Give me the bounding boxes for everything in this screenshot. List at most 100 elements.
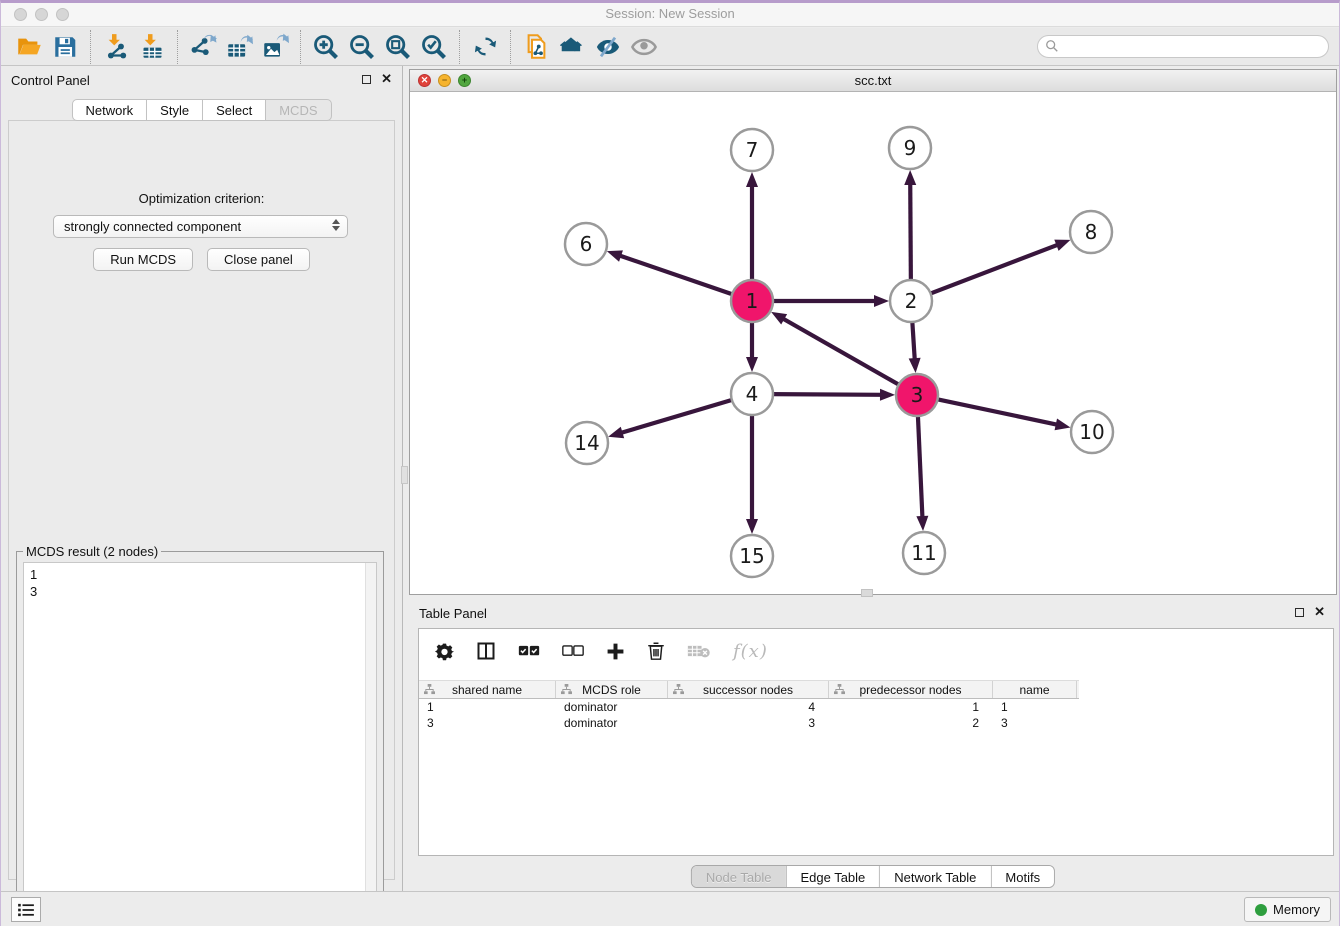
graph-arrowhead-1-7 xyxy=(746,172,758,187)
import-network-button[interactable] xyxy=(98,31,134,63)
plus-icon xyxy=(606,642,625,661)
float-panel-icon[interactable] xyxy=(362,75,371,84)
export-image-button[interactable] xyxy=(257,31,293,63)
graph-arrowhead-4-15 xyxy=(746,519,758,534)
graph-edge-1-6[interactable] xyxy=(619,255,734,294)
zoom-in-button[interactable] xyxy=(308,31,344,63)
table-cell: 1 xyxy=(829,699,993,715)
apply-layout-button[interactable] xyxy=(467,31,503,63)
delete-column-button[interactable] xyxy=(647,641,665,661)
export-network-icon xyxy=(190,33,217,60)
tab-motifs[interactable]: Motifs xyxy=(990,866,1054,887)
network-window-titlebar[interactable]: ✕ − + scc.txt xyxy=(410,70,1336,92)
split-column-icon xyxy=(476,641,496,661)
refresh-icon xyxy=(472,33,499,60)
attribute-tree-icon xyxy=(561,684,572,695)
column-header-mcds-role[interactable]: MCDS role xyxy=(556,681,668,698)
dropdown-chevrons-icon xyxy=(332,219,340,231)
eye-slash-icon xyxy=(594,33,622,61)
trash-icon xyxy=(647,641,665,661)
show-graphics-details-button[interactable] xyxy=(626,31,662,63)
vertical-splitter-handle[interactable] xyxy=(401,466,408,484)
mcds-result-textarea[interactable]: 1 3 xyxy=(23,562,377,926)
tab-network[interactable]: Network xyxy=(71,99,147,121)
graph-edge-4-3[interactable] xyxy=(771,394,882,395)
import-table-button[interactable] xyxy=(134,31,170,63)
export-table-button[interactable] xyxy=(221,31,257,63)
gear-icon xyxy=(435,642,454,661)
graph-edge-3-1[interactable] xyxy=(782,318,900,385)
horizontal-splitter-handle[interactable] xyxy=(861,589,873,597)
attribute-tree-icon xyxy=(424,684,435,695)
toolbar-separator xyxy=(90,30,91,64)
export-table-icon xyxy=(226,33,253,60)
column-header-shared-name[interactable]: shared name xyxy=(419,681,556,698)
delete-table-button[interactable] xyxy=(687,643,711,659)
zoom-fit-button[interactable] xyxy=(380,31,416,63)
graph-edge-2-8[interactable] xyxy=(929,245,1059,295)
close-panel-icon[interactable]: ✕ xyxy=(381,74,392,84)
table-row[interactable]: 1dominator411 xyxy=(419,699,1079,715)
tab-node-table[interactable]: Node Table xyxy=(692,866,786,887)
task-list-icon xyxy=(17,903,35,917)
toggle-panel-button[interactable] xyxy=(476,641,496,661)
save-session-button[interactable] xyxy=(47,31,83,63)
graph-arrowhead-1-2 xyxy=(874,295,889,307)
table-float-panel-icon[interactable] xyxy=(1295,608,1304,617)
add-column-button[interactable] xyxy=(606,642,625,661)
unchecked-boxes-icon xyxy=(562,644,584,658)
table-panel-title: Table Panel xyxy=(419,606,487,621)
graph-node-label-15: 15 xyxy=(739,544,764,568)
graph-edge-4-14[interactable] xyxy=(621,399,734,433)
export-network-button[interactable] xyxy=(185,31,221,63)
column-header-predecessor-nodes[interactable]: predecessor nodes xyxy=(829,681,993,698)
home-button[interactable] xyxy=(554,31,590,63)
memory-button[interactable]: Memory xyxy=(1244,897,1331,922)
mcds-result-scrollbar[interactable] xyxy=(365,563,376,926)
network-canvas[interactable]: 7968124314101511 xyxy=(410,92,1336,594)
table-settings-button[interactable] xyxy=(435,642,454,661)
column-header-successor-nodes[interactable]: successor nodes xyxy=(668,681,829,698)
tab-select[interactable]: Select xyxy=(202,99,266,121)
open-session-button[interactable] xyxy=(11,31,47,63)
optimization-criterion-label: Optimization criterion: xyxy=(9,191,394,206)
deselect-all-button[interactable] xyxy=(562,644,584,658)
zoom-selected-button[interactable] xyxy=(416,31,452,63)
tab-edge-table[interactable]: Edge Table xyxy=(785,866,879,887)
graph-edge-2-3[interactable] xyxy=(912,320,915,360)
function-builder-button[interactable]: f(x) xyxy=(733,641,768,662)
criterion-dropdown[interactable]: strongly connected component xyxy=(53,215,348,238)
window-titlebar: Session: New Session xyxy=(1,3,1339,27)
select-all-button[interactable] xyxy=(518,644,540,658)
tab-mcds[interactable]: MCDS xyxy=(265,99,331,121)
graph-edge-2-9[interactable] xyxy=(910,183,911,282)
table-panel: Table Panel ✕ xyxy=(405,599,1340,894)
graph-arrowhead-2-8 xyxy=(1054,240,1070,251)
show-tasks-button[interactable] xyxy=(11,897,41,922)
mcds-result-group: MCDS result (2 nodes) 1 3 xyxy=(16,551,384,926)
graph-edge-3-10[interactable] xyxy=(936,399,1058,425)
close-panel-button[interactable]: Close panel xyxy=(207,248,310,271)
table-close-panel-icon[interactable]: ✕ xyxy=(1314,607,1325,617)
control-panel-title: Control Panel xyxy=(11,73,90,88)
table-row[interactable]: 3dominator323 xyxy=(419,715,1079,731)
graph-arrowhead-1-6 xyxy=(607,250,623,261)
zoom-out-button[interactable] xyxy=(344,31,380,63)
search-icon xyxy=(1045,39,1059,53)
table-cell: 1 xyxy=(419,699,556,715)
copy-network-icon xyxy=(523,33,550,60)
tab-style[interactable]: Style xyxy=(146,99,203,121)
graph-arrowhead-3-11 xyxy=(916,516,928,531)
graph-arrowhead-4-3 xyxy=(880,389,895,401)
app-window: Session: New Session xyxy=(0,0,1340,926)
graph-arrowhead-1-4 xyxy=(746,357,758,372)
tab-network-table[interactable]: Network Table xyxy=(879,866,990,887)
run-mcds-button[interactable]: Run MCDS xyxy=(93,248,193,271)
search-input[interactable] xyxy=(1037,35,1329,58)
copy-network-button[interactable] xyxy=(518,31,554,63)
graph-edge-3-11[interactable] xyxy=(918,414,923,518)
column-header-name[interactable]: name xyxy=(993,681,1077,698)
hide-graphics-details-button[interactable] xyxy=(590,31,626,63)
toolbar-separator xyxy=(459,30,460,64)
control-panel: Control Panel ✕ NetworkStyleSelectMCDS O… xyxy=(1,66,403,894)
